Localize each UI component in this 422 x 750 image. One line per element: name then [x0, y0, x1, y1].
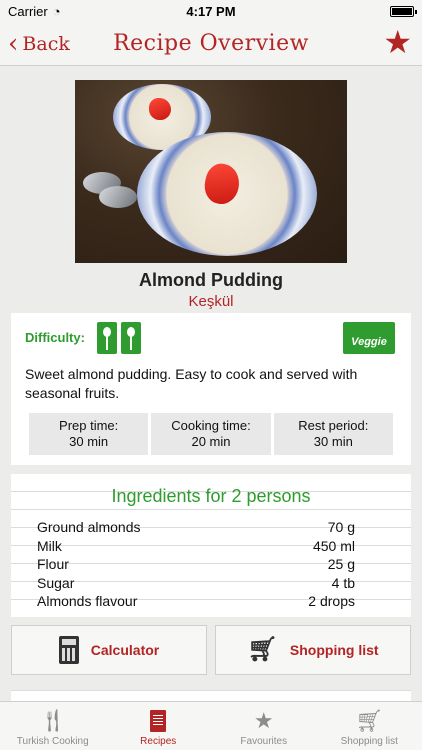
recipe-name: Almond Pudding — [139, 270, 283, 290]
calculator-label: Calculator — [90, 642, 160, 658]
prep-time-value: 30 min — [69, 434, 109, 449]
recipe-local-name: Keşkül — [188, 293, 234, 310]
time-info: Prep time: 30 min Cooking time: 20 min R… — [29, 413, 393, 455]
tab-bar: 🍴︎ Turkish Cooking Recipes ★ Favourites … — [0, 701, 422, 750]
calculator-icon — [58, 636, 79, 664]
back-label: Back — [22, 33, 70, 55]
shopping-list-button[interactable]: 🛒︎ Shopping list — [215, 625, 411, 675]
ingredients-list: Ground almonds 70 g Milk 450 ml Flour 25… — [37, 518, 355, 611]
tab-label: Shopping list — [340, 736, 398, 747]
ingredient-row: Sugar 4 tb — [37, 574, 355, 593]
status-time: 4:17 PM — [186, 3, 236, 19]
ingredient-amount: 70 g — [327, 519, 355, 535]
tab-label: Recipes — [140, 736, 177, 747]
cart-icon: 🛒︎ — [247, 636, 278, 663]
ingredient-row: Almonds flavour 2 drops — [37, 592, 355, 611]
status-bar: Carrier ◔ 4:17 PM — [0, 0, 422, 22]
ingredients-card: Ingredients for 2 persons Ground almonds… — [11, 474, 411, 617]
shopping-list-label: Shopping list — [289, 642, 379, 658]
ingredient-name: Sugar — [37, 574, 75, 591]
spoon — [99, 186, 137, 208]
recipe-book-icon — [150, 710, 167, 732]
ingredients-title: Ingredients for 2 persons — [111, 486, 311, 506]
wifi-icon: ◔ — [52, 3, 61, 19]
carrier-label: Carrier — [8, 3, 48, 19]
recipe-description: Sweet almond pudding. Easy to cook and s… — [25, 366, 358, 401]
ingredient-amount: 4 tb — [331, 574, 355, 591]
tab-label: Favourites — [240, 736, 288, 747]
star-icon: ★ — [253, 708, 274, 733]
rest-period-box: Rest period: 30 min — [273, 413, 393, 455]
ingredient-row: Milk 450 ml — [37, 537, 355, 556]
difficulty-label: Difficulty: — [25, 330, 85, 345]
strawberry — [149, 98, 171, 120]
cooking-time-value: 20 min — [191, 434, 231, 449]
recipe-info-card: Difficulty: Veggie Sweet almond pudding.… — [11, 313, 411, 465]
recipe-photo — [75, 80, 347, 263]
ingredient-name: Ground almonds — [37, 519, 141, 535]
chevron-left-icon: ‹ — [8, 29, 19, 59]
prep-time-label: Prep time: — [59, 418, 119, 433]
calculator-button[interactable]: Calculator — [11, 625, 207, 675]
tab-favourites[interactable]: ★ Favourites — [211, 702, 317, 750]
rest-period-label: Rest period: — [298, 418, 369, 433]
tab-label: Turkish Cooking — [16, 736, 89, 747]
ingredient-name: Flour — [37, 556, 69, 572]
action-buttons: Calculator 🛒︎ Shopping list — [11, 625, 411, 675]
rest-period-value: 30 min — [313, 434, 353, 449]
ingredient-name: Almonds flavour — [37, 593, 138, 609]
ingredient-row: Ground almonds 70 g — [37, 518, 355, 537]
cooking-time-box: Cooking time: 20 min — [151, 413, 271, 455]
tab-turkish-cooking[interactable]: 🍴︎ Turkish Cooking — [0, 702, 106, 750]
ingredient-name: Milk — [37, 537, 62, 554]
back-button[interactable]: ‹ Back — [8, 30, 70, 58]
difficulty-spoon-icon — [97, 322, 117, 354]
ingredient-amount: 2 drops — [308, 593, 355, 609]
difficulty-row: Difficulty: Veggie — [11, 318, 411, 354]
tab-shopping-list[interactable]: 🛒︎ Shopping list — [317, 702, 422, 750]
veggie-badge: Veggie — [343, 322, 395, 354]
ingredient-amount: 25 g — [327, 556, 355, 572]
cart-icon: 🛒︎ — [355, 708, 384, 733]
difficulty-spoon-icon — [121, 322, 141, 354]
ingredient-row: Flour 25 g — [37, 555, 355, 574]
tab-recipes[interactable]: Recipes — [106, 702, 212, 750]
prep-time-box: Prep time: 30 min — [29, 413, 149, 455]
navigation-bar: ‹ Back Recipe Overview ★ — [0, 22, 422, 66]
page-title: Recipe Overview — [113, 31, 309, 56]
favorite-star-icon[interactable]: ★ — [383, 26, 412, 58]
cutlery-icon: 🍴︎ — [38, 708, 67, 733]
cooking-time-label: Cooking time: — [171, 418, 251, 433]
ingredient-amount: 450 ml — [312, 537, 355, 554]
carrier-signal: Carrier ◔ — [8, 4, 61, 19]
battery-icon — [390, 5, 417, 17]
